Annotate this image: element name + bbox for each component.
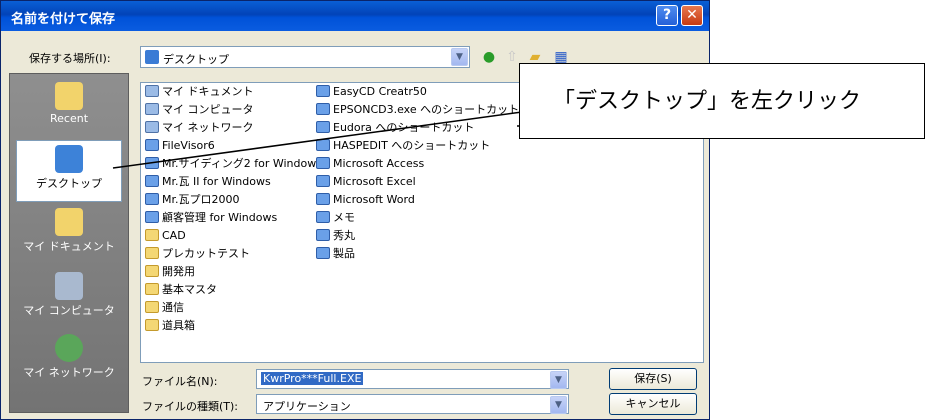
callout-text: 「デスクトップ」を左クリック [553, 89, 862, 114]
instruction-callout: 「デスクトップ」を左クリック [519, 63, 925, 139]
